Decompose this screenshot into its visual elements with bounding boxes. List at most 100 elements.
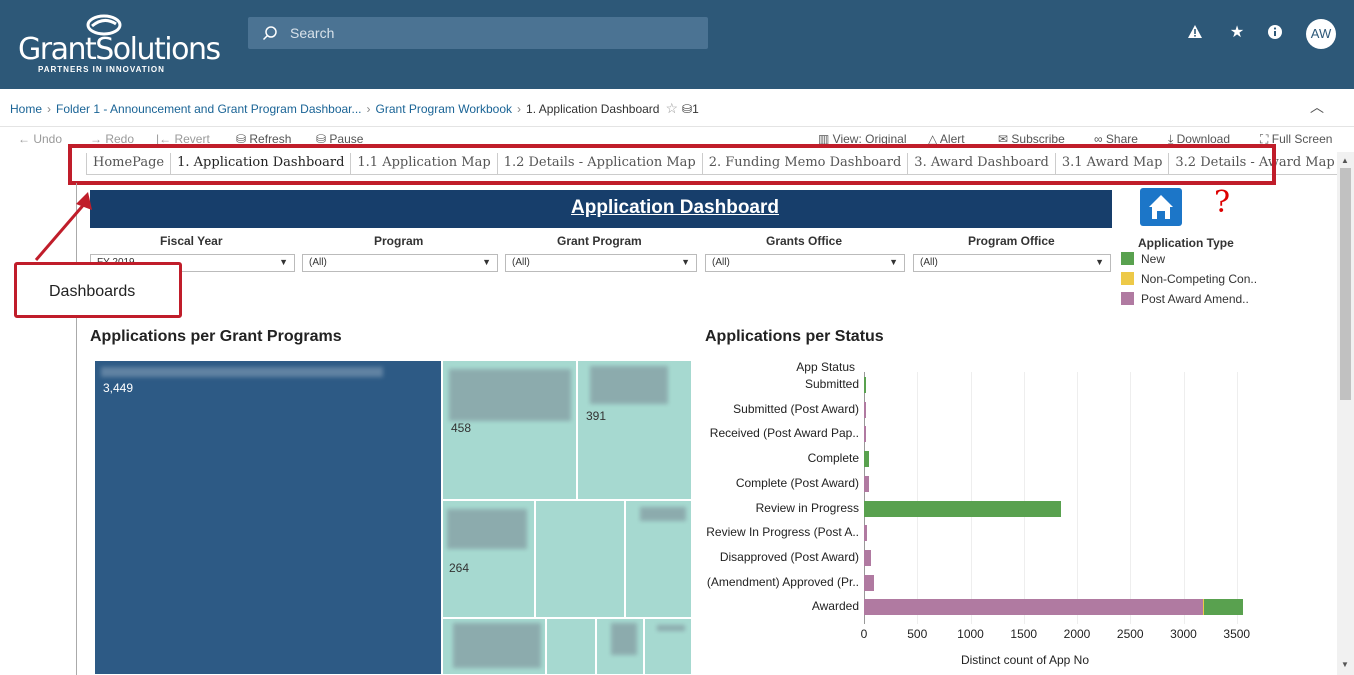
x-tick-label: 1500	[1010, 627, 1038, 641]
dashboard-title-bar: Application Dashboard	[90, 190, 1112, 228]
breadcrumb-workbook[interactable]: Grant Program Workbook	[376, 102, 513, 116]
gridline	[1183, 372, 1185, 624]
x-tick-label: 2500	[1116, 627, 1144, 641]
legend-item-post-award[interactable]: Post Award Amend..	[1121, 292, 1249, 306]
program-select[interactable]: (All) ▼	[302, 254, 498, 272]
top-header: GrantSolutions PARTNERS IN INNOVATION Se…	[0, 0, 1354, 89]
bar-segment[interactable]	[864, 574, 874, 591]
dropdown-caret-icon: ▼	[1095, 257, 1104, 267]
user-avatar[interactable]: AW	[1306, 19, 1336, 49]
y-category-label: Complete (Post Award)	[735, 475, 859, 490]
dropdown-caret-icon: ▼	[279, 257, 288, 267]
legend-title: Application Type	[1138, 236, 1234, 250]
legend-swatch	[1121, 272, 1134, 285]
breadcrumb-bar: Home › Folder 1 - Announcement and Grant P…	[0, 89, 1354, 127]
y-category-label: Complete	[807, 451, 859, 466]
bar-segment[interactable]	[864, 549, 872, 566]
help-question-icon[interactable]: ?	[1214, 185, 1230, 220]
bar-segment[interactable]	[864, 451, 870, 468]
treemap-title: Applications per Grant Programs	[90, 328, 342, 345]
y-category-label: Submitted (Post Award)	[733, 401, 859, 416]
breadcrumb: Home › Folder 1 - Announcement and Grant P…	[10, 100, 699, 117]
bar-segment[interactable]	[864, 475, 870, 492]
filter-label-grant-program: Grant Program	[557, 234, 642, 248]
x-tick-label: 0	[860, 627, 868, 641]
gridline	[1023, 372, 1025, 624]
scroll-up-icon[interactable]: ▲	[1341, 156, 1349, 165]
bar-segment[interactable]	[864, 599, 1203, 616]
treemap-cell-largest[interactable]: 3,449	[94, 360, 442, 675]
legend-label: New	[1141, 252, 1166, 266]
grant-program-select[interactable]: (All) ▼	[505, 254, 697, 272]
legend-swatch	[1121, 252, 1134, 265]
treemap-value: 264	[449, 561, 470, 575]
gridline	[970, 372, 972, 624]
legend-label: Non-Competing Con..	[1141, 272, 1258, 286]
bar-segment[interactable]	[864, 500, 1062, 517]
alert-icon[interactable]	[1186, 24, 1204, 42]
fullscreen-label: Full Screen	[1271, 132, 1333, 146]
treemap-cell[interactable]	[535, 500, 625, 618]
search-input[interactable]: Search	[248, 17, 708, 49]
home-button[interactable]	[1140, 188, 1182, 226]
treemap-cell[interactable]: 458	[442, 360, 577, 500]
data-source-count: 1	[692, 102, 699, 116]
breadcrumb-home[interactable]: Home	[10, 102, 42, 116]
legend-label: Post Award Amend..	[1141, 292, 1249, 306]
treemap-cell[interactable]: 264	[442, 500, 535, 618]
bar-chart-title: Applications per Status	[705, 328, 884, 345]
logo-tagline: PARTNERS IN INNOVATION	[38, 65, 165, 74]
favorites-star-icon[interactable]: ★	[1228, 24, 1246, 42]
data-source-icon[interactable]: ⛁1	[682, 102, 699, 116]
treemap-cell[interactable]	[625, 500, 692, 618]
callout-arrow-icon	[34, 192, 92, 261]
treemap-value: 458	[451, 421, 472, 435]
treemap-cell[interactable]	[546, 618, 596, 675]
program-office-value: (All)	[920, 257, 938, 268]
treemap-cell[interactable]	[442, 618, 546, 675]
gridline	[1236, 372, 1238, 624]
favorite-star-icon[interactable]: ☆	[665, 100, 678, 116]
program-office-select[interactable]: (All) ▼	[913, 254, 1111, 272]
legend-item-non-competing[interactable]: Non-Competing Con..	[1121, 272, 1257, 286]
bar-segment[interactable]	[1204, 599, 1243, 616]
bar-segment[interactable]	[864, 525, 868, 542]
info-icon[interactable]	[1266, 24, 1284, 42]
treemap-cell[interactable]	[596, 618, 644, 675]
undo-button[interactable]: ← Undo	[18, 132, 62, 146]
bar-segment[interactable]	[864, 401, 866, 418]
treemap-cell[interactable]: 391	[577, 360, 692, 500]
x-tick-label: 500	[907, 627, 928, 641]
x-axis-title: Distinct count of App No	[960, 653, 1090, 667]
undo-icon: ←	[18, 132, 34, 146]
vertical-scrollbar[interactable]: ▲ ▼	[1337, 152, 1354, 675]
x-tick-label: 1000	[957, 627, 984, 641]
x-tick-label: 2000	[1063, 627, 1091, 641]
dashboard-title[interactable]: Application Dashboard	[571, 197, 779, 218]
redacted-text	[449, 369, 571, 421]
redacted-text	[657, 625, 685, 631]
scroll-down-icon[interactable]: ▼	[1341, 660, 1349, 669]
grants-office-value: (All)	[712, 257, 730, 268]
y-axis-title: App Status	[796, 360, 855, 374]
status-bar-chart: App Status Distinct count of App No 0 500…	[705, 360, 1265, 675]
search-placeholder: Search	[290, 25, 335, 41]
undo-label: Undo	[33, 132, 63, 146]
bar-segment[interactable]	[864, 377, 866, 393]
grantsolutions-logo[interactable]: GrantSolutions PARTNERS IN INNOVATION	[18, 14, 221, 76]
breadcrumb-folder[interactable]: Folder 1 - Announcement and Grant Progra…	[56, 102, 362, 116]
bar-segment[interactable]	[864, 426, 866, 443]
y-category-label: Received (Post Award Pap..	[709, 426, 859, 441]
collapse-chevron-up-icon[interactable]: ︿	[1310, 97, 1324, 117]
scrollbar-thumb[interactable]	[1340, 168, 1351, 400]
filter-label-program-office: Program Office	[968, 234, 1055, 248]
treemap-cell[interactable]	[644, 618, 692, 675]
y-category-label: Review in Progress	[755, 500, 859, 515]
breadcrumb-separator: ›	[366, 102, 371, 116]
x-tick-label: 3500	[1223, 627, 1251, 641]
filter-label-fiscal-year: Fiscal Year	[160, 234, 223, 248]
dropdown-caret-icon: ▼	[681, 257, 690, 267]
y-category-label: (Amendment) Approved (Pr..	[706, 574, 859, 589]
legend-item-new[interactable]: New	[1121, 252, 1165, 266]
grants-office-select[interactable]: (All) ▼	[705, 254, 905, 272]
